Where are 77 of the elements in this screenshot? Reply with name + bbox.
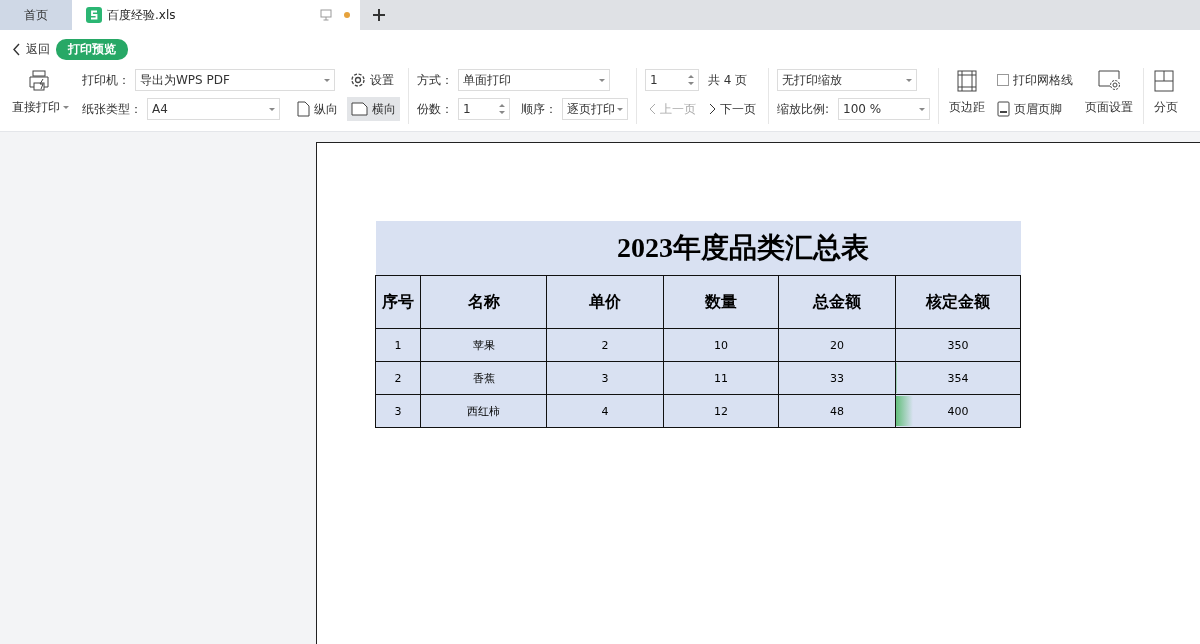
printer-select[interactable]: 导出为WPS PDF [135,69,335,91]
caret-icon [919,107,926,111]
chevron-left-icon [12,42,21,56]
page-break-icon [1154,70,1175,92]
column-header: 核定金额 [895,275,1021,329]
table-cell: 12 [663,394,779,428]
copies-label: 份数： [417,100,453,118]
table-cell: 350 [895,328,1021,362]
caret-icon [324,78,330,82]
page-break-preview-button[interactable]: 分页 [1152,68,1181,118]
table-cell: 354 [895,361,1021,395]
column-header: 总金额 [778,275,896,329]
table-cell: 33 [778,361,896,395]
settings-button[interactable]: 设置 [346,68,398,92]
page-count: 共 4 页 [708,71,748,89]
table-cell: 400 [895,394,1021,428]
scaling-select[interactable]: 无打印缩放 [777,69,917,91]
print-preview-badge: 打印预览 [56,38,128,60]
direct-print-button[interactable]: 直接打印 [10,68,70,118]
home-tab[interactable]: 首页 [0,0,72,30]
next-page-button[interactable]: 下一页 [705,97,760,121]
paper-type-select[interactable]: A4 [147,98,280,120]
order-select[interactable]: 逐页打印 [562,98,628,120]
caret-icon [906,78,912,82]
table-cell: 2 [375,361,421,395]
chevron-right-icon [709,103,716,115]
add-tab-icon[interactable] [372,8,386,22]
print-mode-select[interactable]: 单面打印 [458,69,610,91]
page-setup-button[interactable]: 页面设置 [1083,68,1136,118]
printer-label: 打印机： [82,71,130,89]
table-cell: 香蕉 [420,361,547,395]
margins-button[interactable]: 页边距 [947,68,988,118]
margins-icon [957,70,978,92]
print-mode-label: 方式： [417,71,453,89]
table-cell: 11 [663,361,779,395]
header-footer-button[interactable]: 页眉页脚 [993,97,1067,121]
printer-icon [29,70,51,92]
table-cell: 2 [546,328,664,362]
spreadsheet-icon [86,7,102,23]
page-icon [351,102,368,116]
stepper-icon [499,103,505,115]
stepper-icon [688,74,694,86]
order-label: 顺序： [521,100,557,118]
sheet-title: 2023年度品类汇总表 [375,221,1021,276]
back-button[interactable]: 返回 [12,40,50,58]
portrait-button[interactable]: 纵向 [293,97,342,121]
column-header: 名称 [420,275,547,329]
table-cell: 4 [546,394,664,428]
table-cell: 西红柿 [420,394,547,428]
settings-icon [350,72,366,88]
file-tab[interactable]: 百度经验.xls [72,0,360,30]
monitor-icon [320,9,332,21]
zoom-select[interactable]: 100 % [838,98,931,120]
column-header: 数量 [663,275,779,329]
page-number-field[interactable]: 1 [645,69,699,91]
column-header: 单价 [546,275,664,329]
page-icon [297,101,310,117]
settings-icon [1098,70,1121,91]
table-cell: 苹果 [420,328,547,362]
caret-icon [62,106,69,109]
paper-type-label: 纸张类型： [82,100,142,118]
caret-icon [599,78,605,82]
caret-icon [269,107,275,111]
page-icon [997,101,1011,117]
zoom-label: 缩放比例: [777,100,830,118]
caret-icon [617,107,623,111]
table-cell: 3 [546,361,664,395]
table-cell: 20 [778,328,896,362]
column-header: 序号 [375,275,421,329]
table-cell: 48 [778,394,896,428]
table-cell: 3 [375,394,421,428]
table-cell: 10 [663,328,779,362]
landscape-button[interactable]: 横向 [347,97,400,121]
chevron-left-icon [649,103,656,115]
copies-field[interactable]: 1 [458,98,510,120]
table-cell: 1 [375,328,421,362]
gridlines-checkbox[interactable]: 打印网格线 [993,68,1078,92]
